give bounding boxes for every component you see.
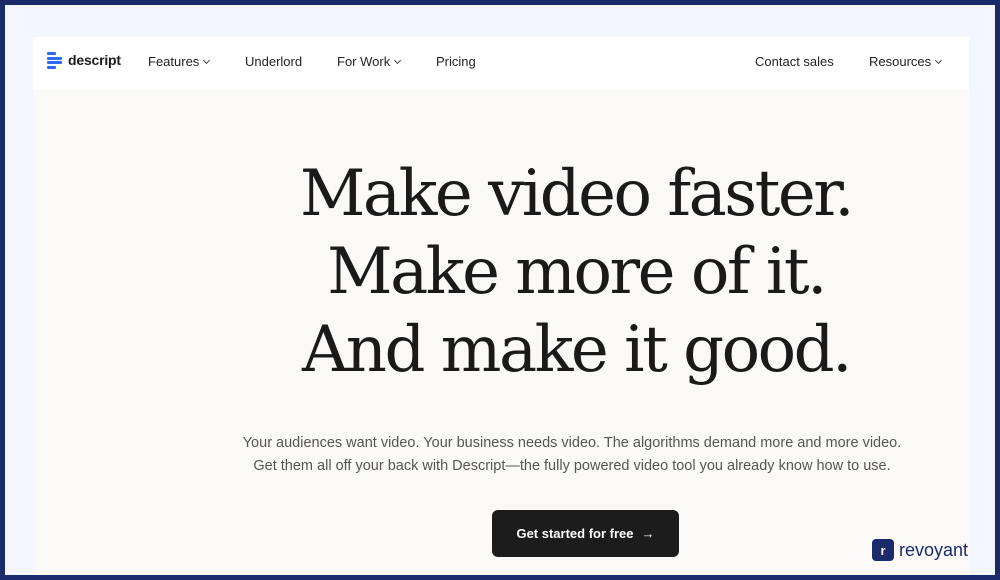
nav-item-contact-sales-label: Contact sales: [755, 54, 834, 69]
hero-subtitle: Your audiences want video. Your business…: [33, 432, 969, 478]
get-started-button[interactable]: Get started for free →: [492, 510, 679, 557]
arrow-right-icon: →: [641, 526, 655, 541]
nav-item-pricing-label: Pricing: [436, 54, 476, 69]
nav-item-pricing[interactable]: Pricing: [436, 54, 476, 69]
chevron-down-icon: [203, 56, 211, 64]
revoyant-wordmark: revoyant: [899, 539, 969, 560]
nav-item-resources-label: Resources: [869, 54, 932, 69]
nav-item-underlord-label: Underlord: [245, 54, 303, 69]
logo-wordmark: descript: [68, 52, 121, 68]
descript-logo-icon: [47, 52, 62, 69]
screenshot-frame: descript Features Underlord For Work Pri…: [5, 5, 995, 575]
nav-item-for-work[interactable]: For Work: [337, 54, 402, 69]
revoyant-watermark: r revoyant: [872, 539, 968, 561]
revoyant-logo-icon: r: [872, 539, 894, 561]
descript-logo[interactable]: descript: [47, 52, 121, 69]
chevron-down-icon: [935, 56, 943, 64]
headline-line-3: And make it good.: [302, 313, 852, 387]
nav-item-resources[interactable]: Resources: [869, 54, 943, 69]
nav-item-features-label: Features: [148, 54, 200, 69]
nav-item-underlord[interactable]: Underlord: [245, 54, 302, 69]
nav-item-contact-sales[interactable]: Contact sales: [755, 54, 834, 69]
hero-headline: Make video faster. Make more of it. And …: [33, 155, 969, 389]
top-navigation: descript Features Underlord For Work Pri…: [33, 37, 969, 90]
subtitle-line-2: Get them all off your back with Descript…: [253, 458, 891, 474]
chevron-down-icon: [394, 56, 402, 64]
web-page: descript Features Underlord For Work Pri…: [33, 37, 969, 575]
subtitle-line-1: Your audiences want video. Your business…: [242, 435, 902, 451]
get-started-label: Get started for free: [516, 526, 634, 541]
nav-item-for-work-label: For Work: [337, 54, 391, 69]
headline-line-1: Make video faster.: [299, 157, 855, 231]
nav-item-features[interactable]: Features: [148, 54, 211, 69]
headline-line-2: Make more of it.: [327, 235, 827, 309]
